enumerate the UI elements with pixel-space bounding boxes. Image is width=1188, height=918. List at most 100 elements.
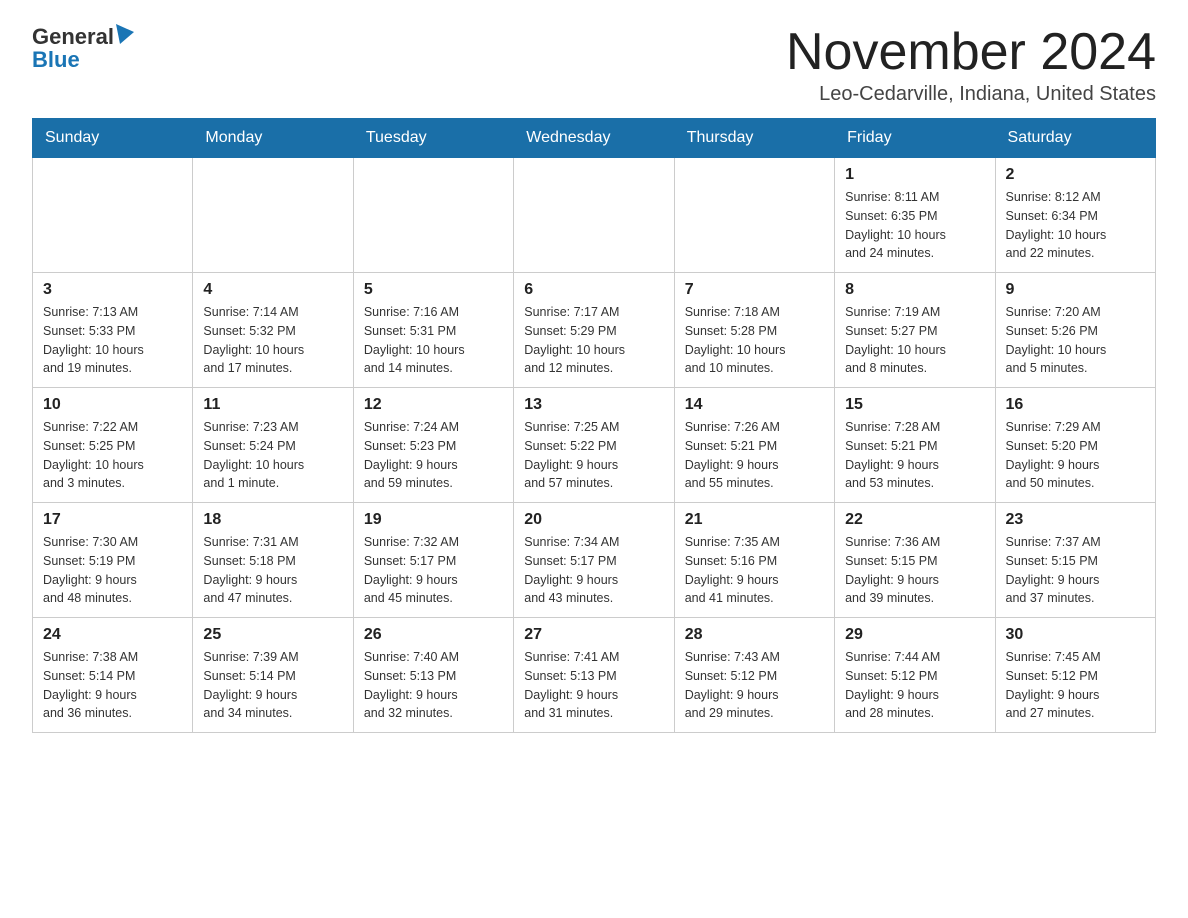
calendar-week-row: 17 Sunrise: 7:30 AM Sunset: 5:19 PM Dayli…: [33, 503, 1156, 618]
calendar-day-cell: 11Sunrise: 7:23 AM Sunset: 5:24 PM Dayli…: [193, 388, 353, 503]
day-info: Sunrise: 7:13 AM Sunset: 5:33 PM Dayligh…: [43, 303, 182, 378]
calendar-day-cell: 5 Sunrise: 7:16 AM Sunset: 5:31 PM Daylig…: [353, 273, 513, 388]
day-number: 14: [685, 396, 824, 414]
calendar-day-cell: 1 Sunrise: 8:11 AM Sunset: 6:35 PM Daylig…: [835, 158, 995, 273]
day-info: Sunrise: 7:40 AM Sunset: 5:13 PM Dayligh…: [364, 648, 503, 723]
day-number: 3: [43, 281, 182, 299]
calendar-day-cell: 6 Sunrise: 7:17 AM Sunset: 5:29 PM Daylig…: [514, 273, 674, 388]
day-number: 27: [524, 626, 663, 644]
calendar-header-row: SundayMondayTuesdayWednesdayThursdayFrid…: [33, 119, 1156, 158]
calendar-day-header: Saturday: [995, 119, 1155, 158]
calendar-day-cell: 23Sunrise: 7:37 AM Sunset: 5:15 PM Dayli…: [995, 503, 1155, 618]
day-info: Sunrise: 7:14 AM Sunset: 5:32 PM Dayligh…: [203, 303, 342, 378]
calendar-day-header: Wednesday: [514, 119, 674, 158]
day-number: 6: [524, 281, 663, 299]
day-number: 26: [364, 626, 503, 644]
logo-triangle-icon: [116, 24, 134, 44]
day-info: Sunrise: 7:25 AM Sunset: 5:22 PM Dayligh…: [524, 418, 663, 493]
calendar-week-row: 10Sunrise: 7:22 AM Sunset: 5:25 PM Dayli…: [33, 388, 1156, 503]
day-number: 16: [1006, 396, 1145, 414]
calendar-day-cell: 22 Sunrise: 7:36 AM Sunset: 5:15 PM Dayli…: [835, 503, 995, 618]
calendar-day-cell: 18 Sunrise: 7:31 AM Sunset: 5:18 PM Dayli…: [193, 503, 353, 618]
day-info: Sunrise: 8:11 AM Sunset: 6:35 PM Dayligh…: [845, 188, 984, 263]
day-number: 24: [43, 626, 182, 644]
calendar-day-cell: 9 Sunrise: 7:20 AM Sunset: 5:26 PM Daylig…: [995, 273, 1155, 388]
calendar-day-cell: 15 Sunrise: 7:28 AM Sunset: 5:21 PM Dayli…: [835, 388, 995, 503]
calendar-day-header: Friday: [835, 119, 995, 158]
day-info: Sunrise: 7:18 AM Sunset: 5:28 PM Dayligh…: [685, 303, 824, 378]
day-number: 5: [364, 281, 503, 299]
day-info: Sunrise: 7:38 AM Sunset: 5:14 PM Dayligh…: [43, 648, 182, 723]
logo-general-text: General: [32, 26, 114, 48]
calendar-day-cell: 13 Sunrise: 7:25 AM Sunset: 5:22 PM Dayli…: [514, 388, 674, 503]
day-number: 23: [1006, 511, 1145, 529]
day-number: 12: [364, 396, 503, 414]
calendar-day-cell: 19Sunrise: 7:32 AM Sunset: 5:17 PM Dayli…: [353, 503, 513, 618]
calendar-day-cell: 4 Sunrise: 7:14 AM Sunset: 5:32 PM Daylig…: [193, 273, 353, 388]
day-number: 9: [1006, 281, 1145, 299]
day-info: Sunrise: 7:23 AM Sunset: 5:24 PM Dayligh…: [203, 418, 342, 493]
calendar-day-header: Tuesday: [353, 119, 513, 158]
day-number: 21: [685, 511, 824, 529]
calendar-day-cell: 29Sunrise: 7:44 AM Sunset: 5:12 PM Dayli…: [835, 618, 995, 733]
day-number: 4: [203, 281, 342, 299]
day-number: 20: [524, 511, 663, 529]
calendar-week-row: 3 Sunrise: 7:13 AM Sunset: 5:33 PM Daylig…: [33, 273, 1156, 388]
day-info: Sunrise: 7:17 AM Sunset: 5:29 PM Dayligh…: [524, 303, 663, 378]
day-info: Sunrise: 7:36 AM Sunset: 5:15 PM Dayligh…: [845, 533, 984, 608]
calendar-day-cell: [33, 158, 193, 273]
page-header: General Blue November 2024 Leo-Cedarvill…: [32, 24, 1156, 106]
calendar-day-cell: 26 Sunrise: 7:40 AM Sunset: 5:13 PM Dayli…: [353, 618, 513, 733]
day-number: 2: [1006, 166, 1145, 184]
title-block: November 2024 Leo-Cedarville, Indiana, U…: [786, 24, 1156, 106]
day-number: 15: [845, 396, 984, 414]
calendar-day-cell: 28Sunrise: 7:43 AM Sunset: 5:12 PM Dayli…: [674, 618, 834, 733]
day-info: Sunrise: 7:30 AM Sunset: 5:19 PM Dayligh…: [43, 533, 182, 608]
location-title: Leo-Cedarville, Indiana, United States: [786, 83, 1156, 106]
calendar-week-row: 1 Sunrise: 8:11 AM Sunset: 6:35 PM Daylig…: [33, 158, 1156, 273]
day-info: Sunrise: 7:26 AM Sunset: 5:21 PM Dayligh…: [685, 418, 824, 493]
calendar-day-cell: 7 Sunrise: 7:18 AM Sunset: 5:28 PM Daylig…: [674, 273, 834, 388]
calendar-day-header: Monday: [193, 119, 353, 158]
logo-blue-text: Blue: [32, 49, 80, 71]
calendar-day-header: Sunday: [33, 119, 193, 158]
day-info: Sunrise: 7:41 AM Sunset: 5:13 PM Dayligh…: [524, 648, 663, 723]
calendar-day-cell: 2 Sunrise: 8:12 AM Sunset: 6:34 PM Daylig…: [995, 158, 1155, 273]
calendar-day-cell: 3 Sunrise: 7:13 AM Sunset: 5:33 PM Daylig…: [33, 273, 193, 388]
day-info: Sunrise: 7:45 AM Sunset: 5:12 PM Dayligh…: [1006, 648, 1145, 723]
day-info: Sunrise: 7:34 AM Sunset: 5:17 PM Dayligh…: [524, 533, 663, 608]
calendar-day-cell: 8 Sunrise: 7:19 AM Sunset: 5:27 PM Daylig…: [835, 273, 995, 388]
day-info: Sunrise: 7:35 AM Sunset: 5:16 PM Dayligh…: [685, 533, 824, 608]
day-info: Sunrise: 7:28 AM Sunset: 5:21 PM Dayligh…: [845, 418, 984, 493]
calendar-week-row: 24 Sunrise: 7:38 AM Sunset: 5:14 PM Dayli…: [33, 618, 1156, 733]
day-number: 19: [364, 511, 503, 529]
day-number: 1: [845, 166, 984, 184]
day-number: 22: [845, 511, 984, 529]
day-info: Sunrise: 7:24 AM Sunset: 5:23 PM Dayligh…: [364, 418, 503, 493]
calendar-day-cell: 17 Sunrise: 7:30 AM Sunset: 5:19 PM Dayli…: [33, 503, 193, 618]
day-info: Sunrise: 7:16 AM Sunset: 5:31 PM Dayligh…: [364, 303, 503, 378]
calendar-day-cell: 21 Sunrise: 7:35 AM Sunset: 5:16 PM Dayli…: [674, 503, 834, 618]
day-info: Sunrise: 8:12 AM Sunset: 6:34 PM Dayligh…: [1006, 188, 1145, 263]
calendar-day-cell: 27 Sunrise: 7:41 AM Sunset: 5:13 PM Dayli…: [514, 618, 674, 733]
calendar-day-cell: 12 Sunrise: 7:24 AM Sunset: 5:23 PM Dayli…: [353, 388, 513, 503]
day-info: Sunrise: 7:20 AM Sunset: 5:26 PM Dayligh…: [1006, 303, 1145, 378]
day-number: 30: [1006, 626, 1145, 644]
day-number: 8: [845, 281, 984, 299]
day-number: 28: [685, 626, 824, 644]
month-title: November 2024: [786, 24, 1156, 81]
day-number: 13: [524, 396, 663, 414]
calendar-day-cell: 25Sunrise: 7:39 AM Sunset: 5:14 PM Dayli…: [193, 618, 353, 733]
calendar-day-cell: 24 Sunrise: 7:38 AM Sunset: 5:14 PM Dayli…: [33, 618, 193, 733]
day-number: 7: [685, 281, 824, 299]
day-number: 18: [203, 511, 342, 529]
logo: General Blue: [32, 24, 134, 71]
calendar-day-cell: [514, 158, 674, 273]
day-info: Sunrise: 7:29 AM Sunset: 5:20 PM Dayligh…: [1006, 418, 1145, 493]
calendar-day-cell: 16 Sunrise: 7:29 AM Sunset: 5:20 PM Dayli…: [995, 388, 1155, 503]
day-info: Sunrise: 7:31 AM Sunset: 5:18 PM Dayligh…: [203, 533, 342, 608]
day-number: 10: [43, 396, 182, 414]
day-info: Sunrise: 7:19 AM Sunset: 5:27 PM Dayligh…: [845, 303, 984, 378]
day-number: 17: [43, 511, 182, 529]
day-number: 29: [845, 626, 984, 644]
